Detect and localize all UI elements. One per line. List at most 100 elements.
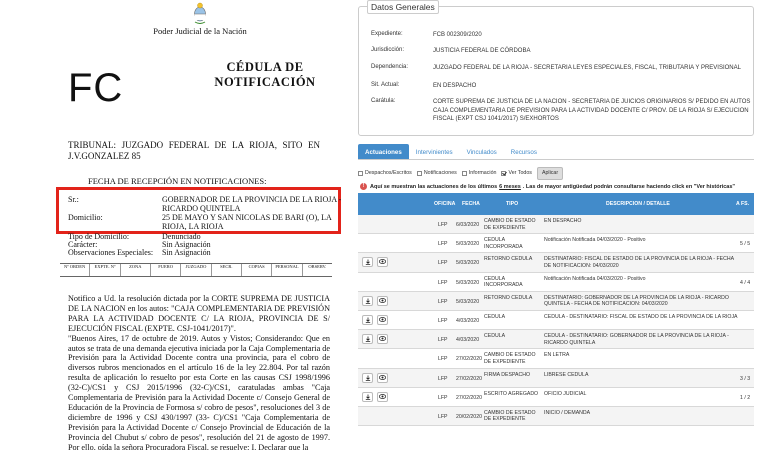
table-row[interactable]: LFP 27/02/2020 ESCRITO AGREGADO OFICIO JUDI… [358,388,754,407]
codes-cell: EXPTE. Nº [90,264,121,276]
cell-descripcion: CEDULA - DESTINATARIO: GOBERNADOR DE LA … [544,333,729,346]
table-row[interactable]: LFP 27/02/2020 CAMBIO DE ESTADO DE EXPEDIE… [358,349,754,369]
cell-descripcion: LIBRESE CEDULA [544,371,589,378]
cell-tipo: CAMBIO DE ESTADO DE EXPEDIENTE [484,352,536,365]
cedula-document: Poder Judicial de la Nación FC CÉDULA DE… [0,0,350,450]
filter-ver-todos[interactable]: Ver Todos [501,170,532,176]
field-label: Dependencia: [371,64,409,70]
cell-fecha: 5/03/2020 [456,241,480,248]
table-row[interactable]: LFP 27/02/2020 FIRMA DESPACHO LIBRESE CEDUL… [358,368,754,388]
apply-button[interactable]: Aplicar [536,166,564,180]
tab-recursos[interactable]: Recursos [504,144,544,159]
download-icon[interactable] [362,314,373,325]
cell-afs: 3 / 3 [740,375,751,382]
col-tipo: TIPO [506,201,519,207]
filter-informacion[interactable]: Información [461,170,497,176]
cell-descripcion: EN LETRA [544,352,570,359]
cell-oficina: LFP [438,298,448,305]
sr-value-line-2: RICARDO QUINTELA [162,204,241,213]
cell-tipo: CEDULA [484,313,506,320]
filter-label: Ver Todos [508,170,532,176]
cell-descripcion: Notificación Notificada 04/03/2020 - Pos… [544,275,646,282]
document-header: Poder Judicial de la Nación [140,2,260,36]
cell-fecha: 5/03/2020 [456,279,480,286]
info-link-6-meses[interactable]: 6 meses [499,184,521,190]
datos-generales-fieldset: Datos Generales Expediente: FCB 002309/2… [358,0,754,136]
codes-bottom-rule [60,276,332,277]
observaciones-label: Observaciones Especiales: [68,248,154,257]
cell-descripcion: CEDULA - DESTINATARIO: FISCAL DE ESTADO … [544,313,738,320]
table-row[interactable]: LFP 6/03/2020 CAMBIO DE ESTADO DE EXPEDIEN… [358,215,754,235]
codes-cell: PERSONAL [272,264,303,276]
cell-fecha: 20/02/2020 [456,413,482,420]
view-eye-icon[interactable] [377,372,388,383]
download-icon[interactable] [362,334,373,345]
cell-oficina: LFP [438,394,448,401]
cell-tipo: FIRMA DESPACHO [484,371,531,378]
cell-tipo: CAMBIO DE ESTADO DE EXPEDIENTE [484,409,536,423]
table-row[interactable]: LFP 4/03/2020 CEDULA CEDULA - DESTINATARIO:… [358,330,754,350]
view-eye-icon[interactable] [377,334,388,345]
codes-cell: Nº ORDEN [60,264,91,276]
table-body: LFP 6/03/2020 CAMBIO DE ESTADO DE EXPEDIEN… [358,215,754,427]
checkbox[interactable] [416,170,422,176]
download-icon[interactable] [362,391,373,402]
cell-oficina: LFP [438,337,448,344]
col-oficina: OFICINA [434,201,456,207]
table-row[interactable]: LFP 20/02/2020 CAMBIO DE ESTADO DE EXPEDIE… [358,406,754,427]
tab-vinculados[interactable]: Vinculados [460,144,504,159]
table-row[interactable]: LFP 5/03/2020 RETORNO CEDULA DESTINATARIO: … [358,253,754,273]
cell-tipo: RETORNO CEDULA [484,256,533,263]
notification-body: Notifico a Ud. la resolución dictada por… [68,294,330,450]
field-value: CORTE SUPREMA DE JUSTICIA DE LA NACION -… [433,99,751,122]
observaciones-value: Sin Asignación [162,248,211,257]
table-row[interactable]: LFP 5/03/2020 CEDULA INCORPORADA Notificaci… [358,273,754,292]
codes-header-row: Nº ORDEN EXPTE. Nº ZONA FUERO JUZGADO SECR. CO… [60,264,332,276]
domicilio-label: Domicilio: [68,213,103,222]
datos-generales-legend[interactable]: Datos Generales [367,0,439,14]
cell-tipo: ESCRITO AGREGADO [484,390,539,397]
cell-descripcion: OFICIO JUDICIAL [544,390,587,397]
codes-cell: COPIAS [242,264,273,276]
body-paragraph-2: "Buenos Aires, 17 de octubre de 2019. Au… [68,333,330,450]
cell-fecha: 27/02/2020 [456,394,482,401]
codes-cell: JUZGADO [181,264,212,276]
view-eye-icon[interactable] [377,295,388,306]
view-eye-icon[interactable] [377,391,388,402]
tabs-bar: Actuaciones Intervinientes Vinculados Re… [358,144,754,160]
table-header: OFICINA FECHA TIPO DESCRIPCION / DETALLE… [358,193,754,215]
title-line-2: NOTIFICACIÓN [214,75,316,89]
cell-tipo: CEDULA INCORPORADA [484,275,523,289]
table-row[interactable]: LFP 5/03/2020 RETORNO CEDULA DESTINATARIO: … [358,291,754,311]
table-row[interactable]: LFP 5/03/2020 CEDULA INCORPORADA Notificaci… [358,234,754,254]
codes-cell: SECR. [212,264,242,276]
cell-descripcion: DESTINATARIO: GOBERNADOR DE LA PROVINCIA… [544,294,729,308]
codes-cell: OBSERV. [308,264,327,269]
filter-label: Despachos/Escritos [365,170,412,176]
filter-despachos[interactable]: Despachos/Escritos [358,170,412,176]
expediente-panel: Datos Generales Expediente: FCB 002309/2… [350,0,760,450]
view-eye-icon[interactable] [377,257,388,268]
filter-notificaciones[interactable]: Notificaciones [416,170,457,176]
codes-cell: ZONA [121,264,151,276]
argentina-coat-of-arms-icon [194,2,206,24]
info-exclamation-icon: ! [360,183,367,190]
tab-actuaciones[interactable]: Actuaciones [358,144,409,159]
info-text-post: . Las de mayor antigüedad podrán consult… [522,183,736,190]
table-row[interactable]: LFP 4/03/2020 CEDULA CEDULA - DESTINATARIO:… [358,311,754,331]
cell-oficina: LFP [438,375,448,382]
tab-intervinientes[interactable]: Intervinientes [409,144,460,159]
cell-fecha: 5/03/2020 [456,260,480,267]
download-icon[interactable] [362,372,373,383]
checkbox-checked[interactable] [501,170,507,176]
field-label: Expediente: [371,31,403,37]
download-icon[interactable] [362,295,373,306]
cell-fecha: 4/03/2020 [456,317,480,324]
filter-label: Información [468,170,497,176]
view-eye-icon[interactable] [377,314,388,325]
checkbox[interactable] [461,170,467,176]
download-icon[interactable] [362,257,373,268]
document-title: CÉDULA DE NOTIFICACIÓN [205,60,325,90]
field-value: EN DESPACHO [433,83,477,89]
checkbox[interactable] [358,170,363,176]
